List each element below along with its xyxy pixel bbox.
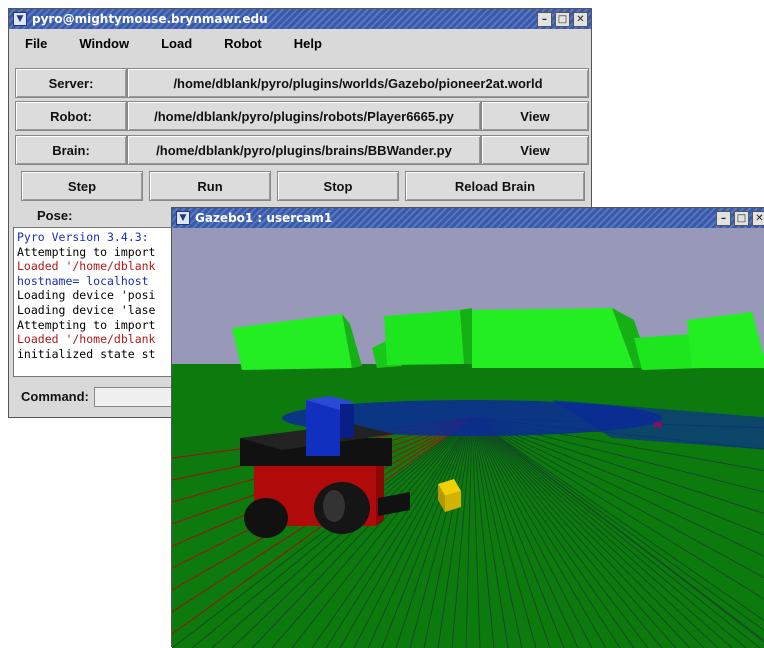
brain-view-button[interactable]: View [481, 135, 589, 165]
close-icon[interactable]: ✕ [752, 210, 764, 226]
close-icon[interactable]: ✕ [573, 11, 588, 27]
maximize-icon[interactable]: □ [555, 11, 570, 27]
brain-path-button[interactable]: /home/dblank/pyro/plugins/brains/BBWande… [127, 135, 481, 165]
pyro-title-bar[interactable]: ▼ pyro@mightymouse.brynmawr.edu – □ ✕ [9, 9, 591, 29]
robot-rear-wheel [244, 498, 288, 538]
console-line: Attempting to import [17, 244, 156, 259]
gazebo-window-title: Gazebo1 : usercam1 [195, 211, 333, 225]
command-label: Command: [21, 389, 89, 404]
brain-button[interactable]: Brain: [15, 135, 127, 165]
console-line: Attempting to import [17, 317, 156, 332]
step-button[interactable]: Step [21, 171, 143, 201]
console-line: Loading device 'lase [17, 302, 156, 317]
robot-view-button[interactable]: View [481, 101, 589, 131]
console-line: hostname= localhost [17, 273, 149, 288]
console-line: initialized state st [17, 346, 156, 361]
robot-button[interactable]: Robot: [15, 101, 127, 131]
gazebo-title-bar[interactable]: ▼ Gazebo1 : usercam1 – □ ✕ [172, 208, 764, 228]
window-menu-icon[interactable]: ▼ [13, 12, 27, 26]
gazebo-3d-viewport[interactable] [172, 228, 764, 648]
distant-object [654, 422, 662, 427]
server-button[interactable]: Server: [15, 68, 127, 98]
pose-label: Pose: [37, 208, 73, 223]
reload-brain-button[interactable]: Reload Brain [405, 171, 585, 201]
window-menu-icon[interactable]: ▼ [176, 211, 190, 225]
minimize-icon[interactable]: – [716, 210, 731, 226]
console-line: Loaded '/home/dblank [17, 259, 156, 274]
menu-file[interactable]: File [25, 36, 47, 51]
console-line: Loading device 'posi [17, 288, 156, 303]
console-output[interactable]: Pyro Version 3.4.3: Attempting to import L… [13, 227, 177, 377]
robot-camera-head [340, 404, 354, 438]
pyro-window-title: pyro@mightymouse.brynmawr.edu [32, 12, 268, 26]
console-line: Pyro Version 3.4.3: [17, 230, 149, 244]
maximize-icon[interactable]: □ [734, 210, 749, 226]
menu-window[interactable]: Window [79, 36, 129, 51]
stop-button[interactable]: Stop [277, 171, 399, 201]
menu-help[interactable]: Help [294, 36, 322, 51]
run-button[interactable]: Run [149, 171, 271, 201]
menu-bar: File Window Load Robot Help [9, 30, 591, 56]
menu-load[interactable]: Load [161, 36, 192, 51]
menu-robot[interactable]: Robot [224, 36, 262, 51]
robot-front-wheel-hub [323, 490, 345, 522]
robot-path-button[interactable]: /home/dblank/pyro/plugins/robots/Player6… [127, 101, 481, 131]
minimize-icon[interactable]: – [537, 11, 552, 27]
console-line: Loaded '/home/dblank [17, 332, 156, 347]
server-path-button[interactable]: /home/dblank/pyro/plugins/worlds/Gazebo/… [127, 68, 589, 98]
gazebo-window: ▼ Gazebo1 : usercam1 – □ ✕ [171, 207, 764, 648]
